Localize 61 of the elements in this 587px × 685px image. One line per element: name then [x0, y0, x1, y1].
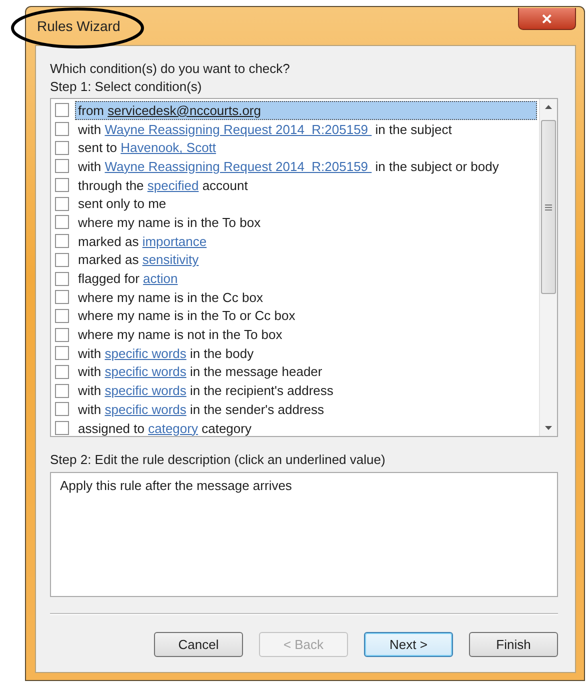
condition-text[interactable]: assigned to category category	[75, 418, 254, 436]
prompt-text: Which condition(s) do you want to check?	[50, 60, 291, 78]
checkbox[interactable]	[55, 272, 69, 286]
checkbox[interactable]	[55, 384, 69, 398]
condition-text[interactable]: from servicedesk@nccourts.org	[75, 100, 537, 120]
window-title: Rules Wizard	[36, 18, 120, 34]
checkbox[interactable]	[55, 402, 69, 416]
wizard-button[interactable]: Next >	[364, 632, 453, 657]
checkbox[interactable]	[55, 421, 69, 436]
condition-link[interactable]: specific words	[104, 383, 186, 398]
checkbox[interactable]	[55, 159, 69, 174]
condition-text[interactable]: where my name is not in the To box	[75, 325, 286, 344]
condition-link[interactable]: servicedesk@nccourts.org	[108, 102, 261, 118]
condition-link[interactable]: action	[143, 271, 178, 286]
description-text: Apply this rule after the message arrives	[60, 478, 292, 493]
checkbox[interactable]	[55, 252, 69, 267]
condition-text[interactable]: with specific words in the body	[75, 344, 257, 363]
condition-text[interactable]: where my name is in the To or Cc box	[75, 306, 298, 326]
checkbox[interactable]	[55, 178, 69, 192]
checkbox[interactable]	[55, 364, 69, 379]
checkbox[interactable]	[55, 103, 69, 118]
condition-text[interactable]: with Wayne Reassigning Request 2014 R:205159 in the subject or body	[75, 156, 502, 176]
checkbox[interactable]	[55, 308, 69, 323]
condition-text[interactable]: sent only to me	[75, 194, 170, 214]
checkbox[interactable]	[55, 196, 69, 211]
condition-text[interactable]: with specific words in the sender's address	[75, 400, 327, 419]
condition-text[interactable]: marked as sensitivity	[75, 250, 202, 270]
condition-link[interactable]: Havenook, Scott	[120, 140, 216, 156]
checkbox[interactable]	[55, 290, 69, 304]
condition-link[interactable]: specific words	[104, 364, 186, 380]
condition-text[interactable]: with Wayne Reassigning Request 2014 R:205159 in the subject	[75, 120, 455, 139]
condition-text[interactable]: where my name is in the Cc box	[75, 288, 266, 307]
condition-link[interactable]: category	[148, 420, 198, 436]
close-button[interactable]: ✕	[518, 8, 576, 30]
scrollbar[interactable]	[539, 99, 557, 436]
condition-text[interactable]: sent to Havenook, Scott	[75, 138, 220, 158]
checkbox[interactable]	[55, 328, 69, 342]
checkbox[interactable]	[55, 122, 69, 136]
condition-link[interactable]: Wayne Reassigning Request 2014 R:205159	[104, 158, 372, 174]
condition-text[interactable]: where my name is in the To box	[75, 212, 264, 232]
condition-link[interactable]: specific words	[104, 346, 186, 361]
condition-link[interactable]: specified	[147, 178, 199, 193]
condition-link[interactable]: specific words	[104, 402, 186, 417]
scroll-thumb[interactable]	[541, 120, 556, 294]
wizard-button[interactable]: Cancel	[154, 632, 243, 657]
condition-link[interactable]: sensitivity	[142, 252, 199, 268]
condition-text[interactable]: with specific words in the message header	[75, 362, 326, 382]
step-label: Step 1: Select condition(s)	[50, 78, 203, 96]
condition-link[interactable]: importance	[142, 234, 207, 249]
checkbox[interactable]	[55, 346, 69, 360]
wizard-button[interactable]: Finish	[469, 632, 558, 657]
checkbox[interactable]	[55, 234, 69, 248]
condition-link[interactable]: Wayne Reassigning Request 2014 R:205159	[104, 122, 372, 137]
condition-text[interactable]: with specific words in the recipient's address	[75, 381, 336, 400]
checkbox[interactable]	[55, 215, 69, 230]
condition-text[interactable]: flagged for action	[75, 269, 181, 288]
condition-text[interactable]: marked as importance	[75, 232, 210, 251]
step-label: Step 2: Edit the rule description (click an underlined value)	[50, 451, 386, 469]
checkbox[interactable]	[55, 140, 69, 155]
condition-text[interactable]: through the specified account	[75, 176, 251, 195]
rule-description-box[interactable]: Apply this rule after the message arrives	[50, 472, 558, 597]
